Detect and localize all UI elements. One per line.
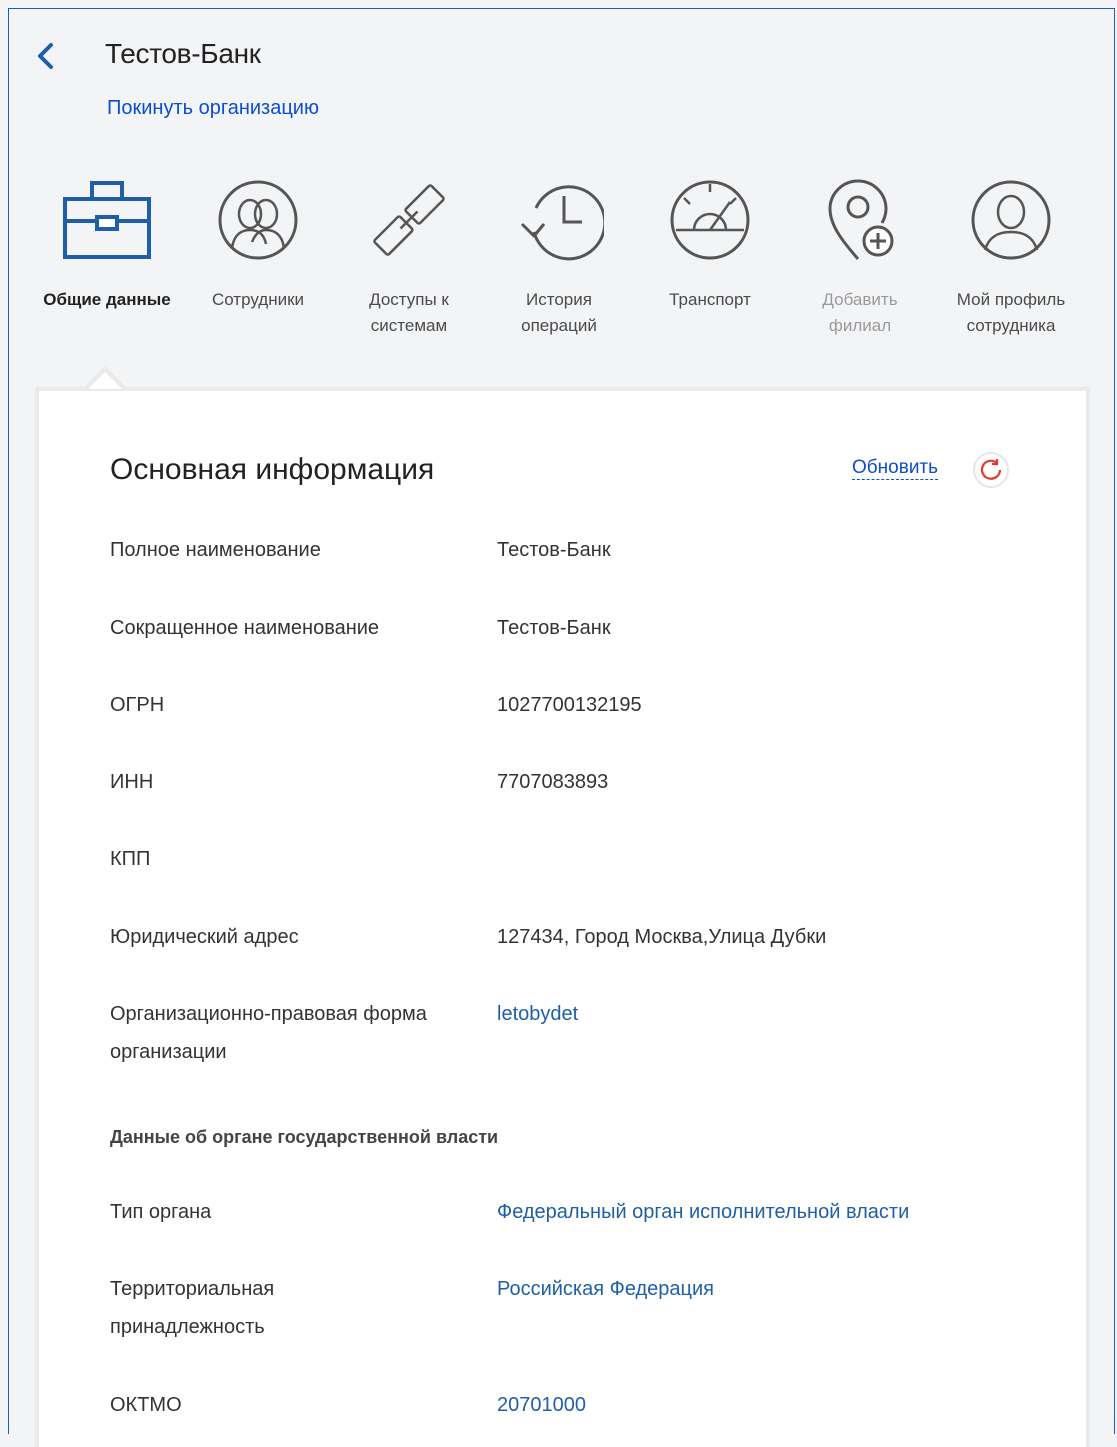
field-value-inn: 7707083893	[497, 771, 609, 793]
tab-label: Доступы к системам	[369, 290, 449, 335]
field-label-ogrn: ОГРН	[110, 694, 165, 716]
tab-transport[interactable]: Транспорт	[640, 170, 780, 313]
tab-label: История операций	[521, 290, 597, 335]
field-value-legal-address: 127434, Город Москва,Улица Дубки	[497, 926, 827, 948]
field-label-authority-type: Тип органа	[110, 1201, 212, 1223]
employees-icon	[218, 180, 298, 260]
section-title: Основная информация	[110, 453, 435, 486]
field-label-oktmo: ОКТМО	[110, 1394, 182, 1416]
tab-operation-history[interactable]: История операций	[489, 170, 629, 339]
field-value-short-name: Тестов-Банк	[497, 617, 611, 639]
field-value-territory[interactable]: Российская Федерация	[497, 1270, 714, 1308]
tab-general-data[interactable]: Общие данные	[37, 170, 177, 313]
field-value-authority-type[interactable]: Федеральный орган исполнительной власти	[497, 1193, 909, 1231]
speedometer-icon	[670, 180, 750, 260]
refresh-link[interactable]: Обновить	[852, 457, 939, 480]
tab-system-access[interactable]: Доступы к системам	[339, 170, 479, 339]
back-arrow-icon[interactable]	[34, 40, 58, 72]
add-location-icon	[828, 179, 894, 260]
field-label-full-name: Полное наименование	[110, 539, 321, 561]
field-label-short-name: Сокращенное наименование	[110, 617, 380, 639]
field-value-oktmo[interactable]: 20701000	[497, 1386, 586, 1424]
tab-label: Сотрудники	[211, 290, 305, 309]
tab-employees[interactable]: Сотрудники	[188, 170, 328, 313]
briefcase-icon	[63, 181, 151, 259]
field-value-ogrn: 1027700132195	[497, 694, 642, 716]
field-label-kpp: КПП	[110, 848, 151, 870]
tab-add-branch[interactable]: Добавить филиал	[790, 170, 930, 339]
tab-label: Транспорт	[669, 290, 751, 309]
chain-link-icon	[373, 184, 445, 256]
gov-authority-subheading: Данные об органе государственной власти	[110, 1127, 499, 1147]
field-value-full-name: Тестов-Банк	[497, 539, 611, 561]
field-value-legal-form[interactable]: letobydet	[497, 995, 578, 1033]
tab-my-profile[interactable]: Мой профиль сотрудника	[941, 170, 1081, 339]
tabs-bar: Общие данные Сотрудники Доступы к систем…	[0, 170, 1117, 370]
history-clock-icon	[520, 185, 604, 261]
tab-label: Добавить филиал	[822, 290, 898, 335]
tab-label: Общие данные	[43, 290, 171, 309]
leave-organization-link[interactable]: Покинуть организацию	[107, 97, 319, 120]
field-label-territory: Территориальная принадлежность	[110, 1278, 275, 1338]
field-label-legal-form: Организационно-правовая форма организаци…	[110, 1003, 427, 1063]
active-tab-pointer-inner	[88, 372, 122, 389]
tab-label: Мой профиль сотрудника	[956, 290, 1066, 335]
refresh-icon[interactable]	[972, 451, 1010, 489]
page-title: Тестов-Банк	[105, 38, 261, 69]
field-label-inn: ИНН	[110, 771, 154, 793]
profile-icon	[971, 180, 1051, 260]
field-label-legal-address: Юридический адрес	[110, 926, 299, 948]
